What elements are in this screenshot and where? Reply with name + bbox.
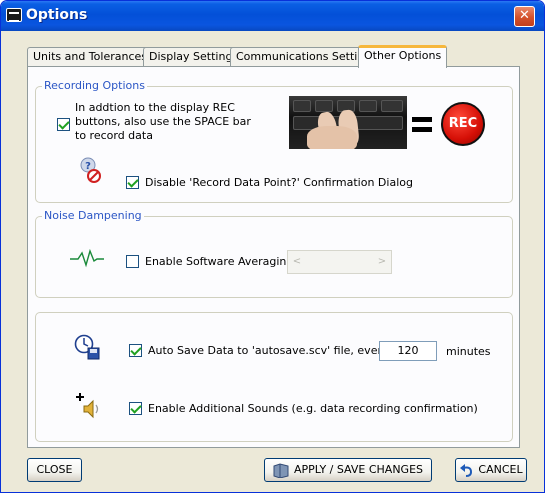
space-bar-keyboard-image <box>289 96 407 149</box>
space-bar-record-label: In addtion to the display REC buttons, a… <box>75 101 251 143</box>
software-averaging-checkbox[interactable] <box>126 255 139 268</box>
title-bar[interactable]: Options ✕ <box>1 1 544 31</box>
disable-confirmation-checkbox[interactable] <box>126 176 139 189</box>
close-button[interactable]: CLOSE <box>27 458 82 482</box>
options-window: Options ✕ Units and Tolerances Display S… <box>0 0 545 493</box>
averaging-level-selector[interactable]: < > <box>287 250 392 274</box>
sound-add-icon <box>76 393 99 419</box>
space-bar-label-line-3: to record data <box>75 129 153 142</box>
minutes-label: minutes <box>446 345 491 358</box>
space-bar-label-line-2: buttons, also use the SPACE bar <box>75 115 251 128</box>
window-title: Options <box>26 7 88 23</box>
additional-sounds-checkbox[interactable] <box>129 402 142 415</box>
undo-icon <box>460 463 473 477</box>
noise-dampening-legend: Noise Dampening <box>42 209 144 222</box>
cancel-button[interactable]: CANCEL <box>455 458 527 482</box>
cancel-label: CANCEL <box>478 463 523 476</box>
averaging-increase-arrow[interactable]: > <box>375 254 389 270</box>
window-close-button[interactable]: ✕ <box>514 6 535 27</box>
rec-button-image: REC <box>441 102 485 146</box>
app-icon <box>6 8 22 22</box>
auto-save-checkbox[interactable] <box>129 344 142 357</box>
space-bar-label-line-1: In addtion to the display REC <box>75 101 235 114</box>
space-bar-record-checkbox[interactable] <box>57 118 70 131</box>
auto-save-minutes-input[interactable]: 120 <box>379 341 437 361</box>
tab-display-settings[interactable]: Display Settings <box>143 47 245 67</box>
apply-icon <box>273 462 289 478</box>
averaging-decrease-arrow[interactable]: < <box>290 254 304 270</box>
disable-confirmation-label: Disable 'Record Data Point?' Confirmatio… <box>145 176 413 189</box>
apply-save-changes-button[interactable]: APPLY / SAVE CHANGES <box>264 458 432 482</box>
software-averaging-label: Enable Software Averaging <box>145 255 294 268</box>
help-prohibited-icon: ? <box>80 157 101 183</box>
additional-sounds-label: Enable Additional Sounds (e.g. data reco… <box>148 402 478 415</box>
auto-save-label: Auto Save Data to 'autosave.scv' file, e… <box>148 344 396 357</box>
tab-units-and-tolerances[interactable]: Units and Tolerances <box>27 47 153 67</box>
recording-options-legend: Recording Options <box>42 79 147 92</box>
tab-other-options[interactable]: Other Options <box>358 45 448 68</box>
misc-options-group <box>35 312 513 442</box>
clock-save-icon <box>74 334 100 360</box>
equals-sign <box>412 117 432 133</box>
waveform-icon <box>70 248 104 268</box>
apply-save-changes-label: APPLY / SAVE CHANGES <box>293 463 424 476</box>
